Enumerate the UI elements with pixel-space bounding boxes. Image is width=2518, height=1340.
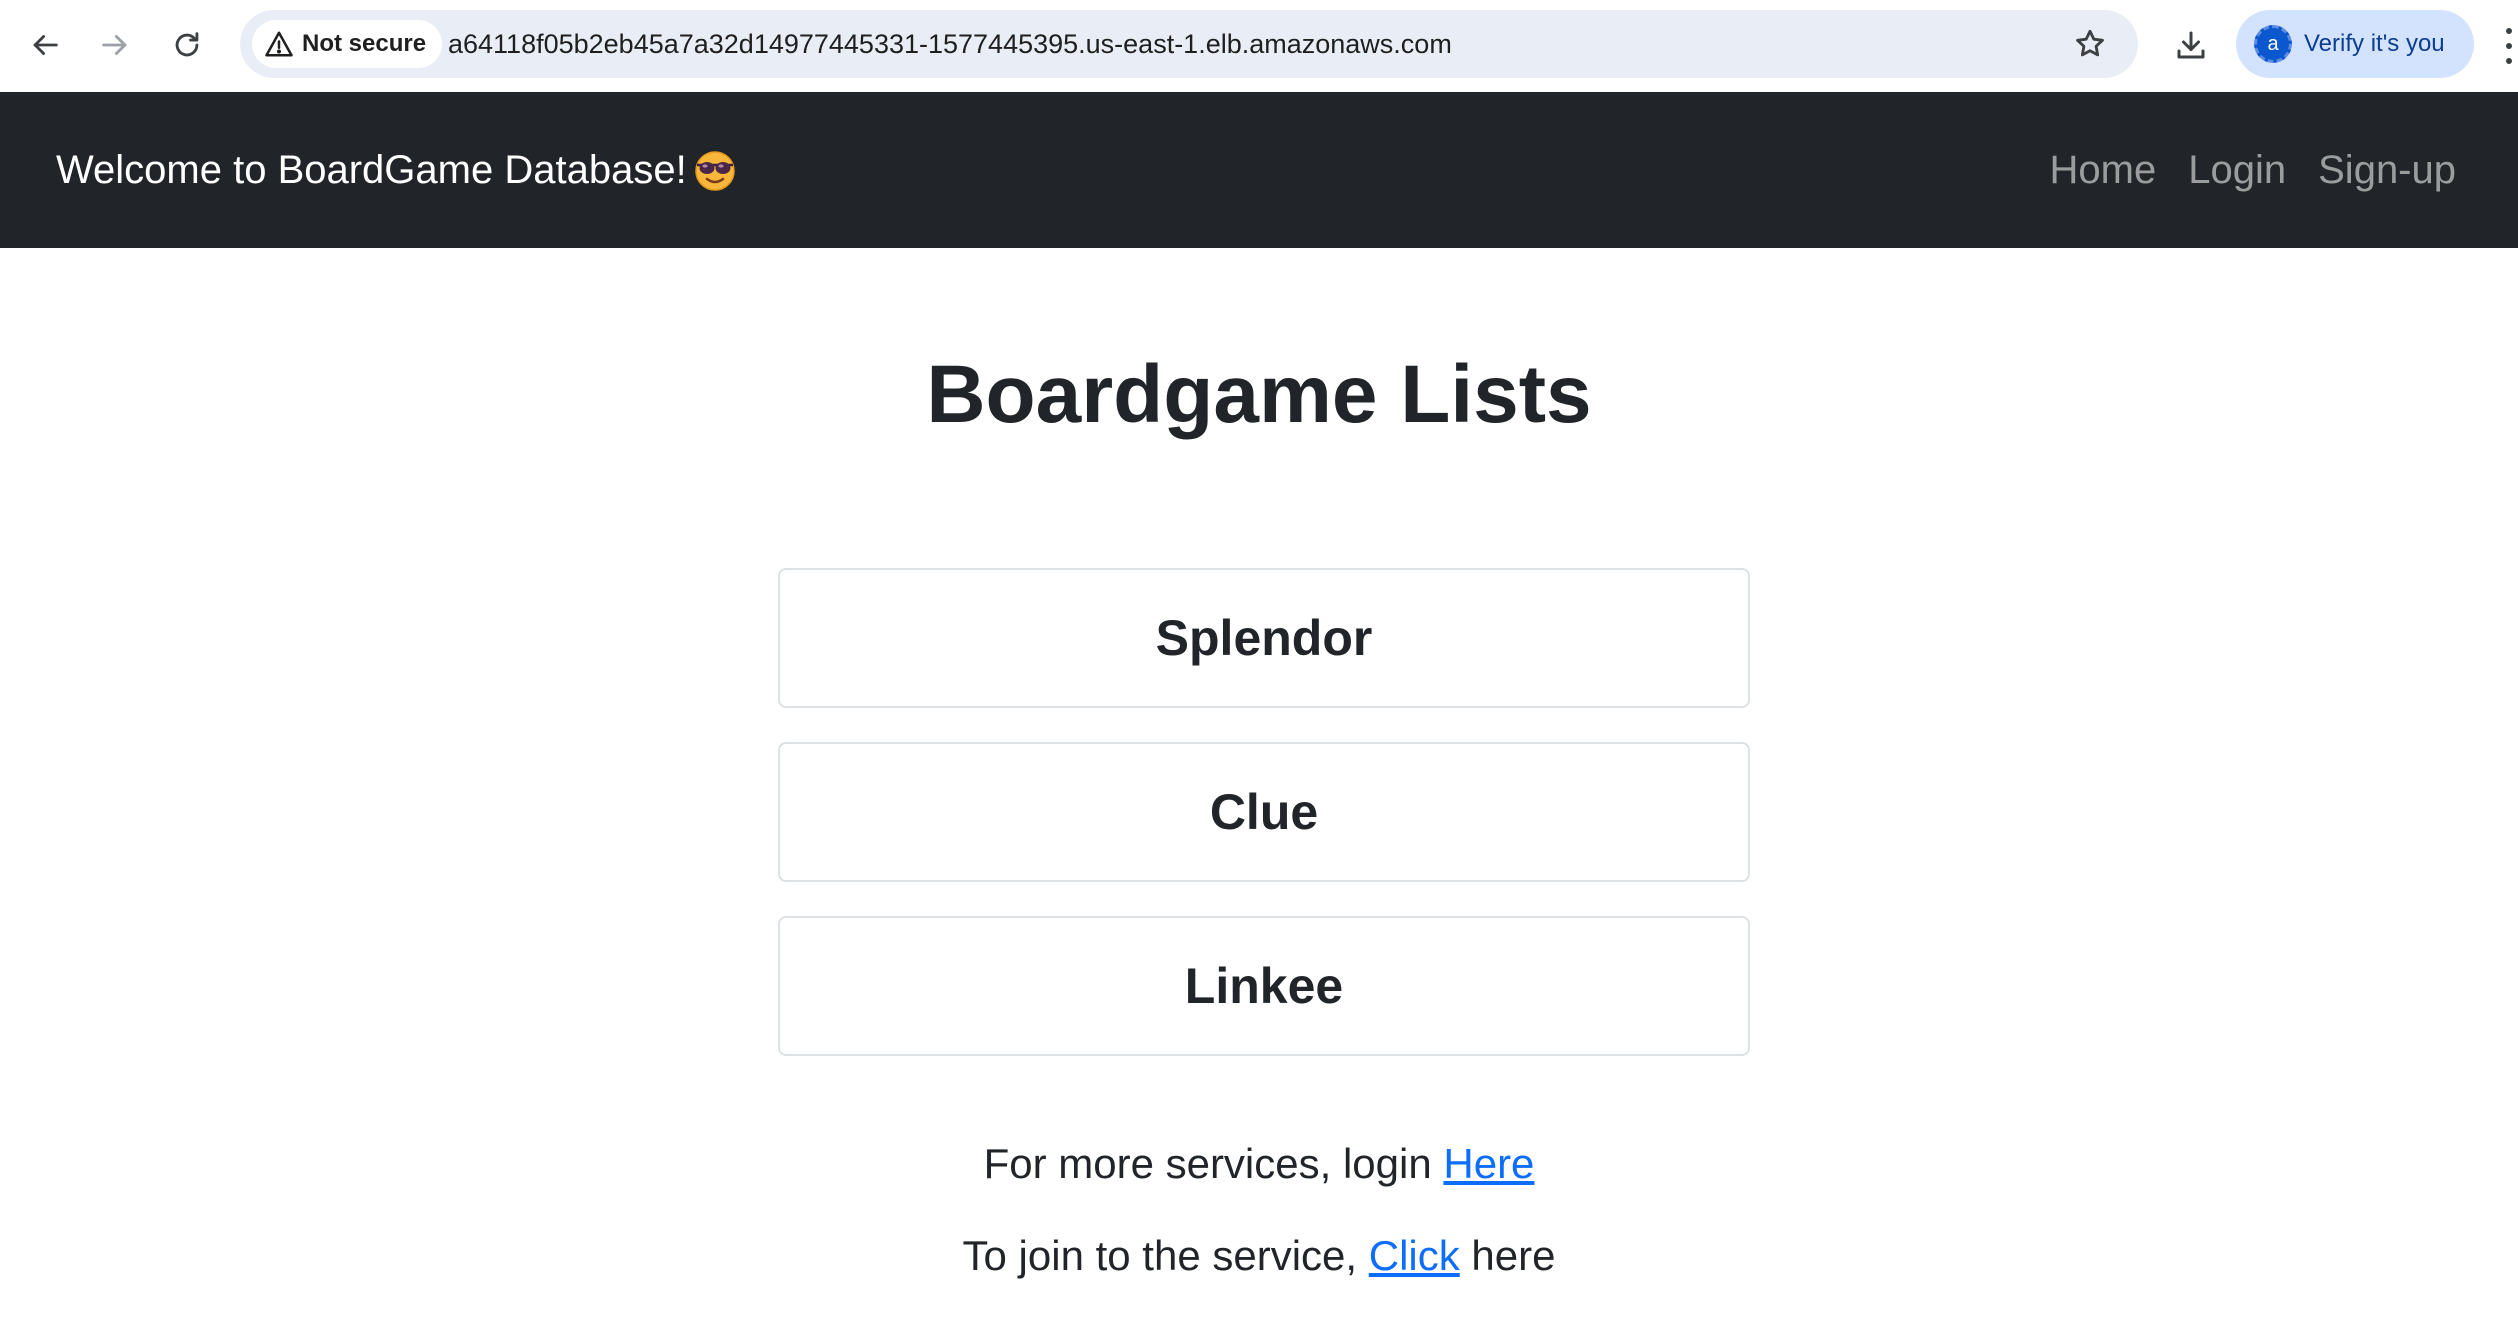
kebab-dot-icon [2506,28,2512,35]
kebab-dot-icon [2506,42,2512,49]
security-label: Not secure [302,30,427,57]
game-list: Splendor Clue Linkee [778,568,1750,1090]
verify-identity-chip[interactable]: a Verify it's you [2236,10,2474,78]
warning-triangle-icon [265,31,293,57]
join-click-link[interactable]: Click [1369,1232,1460,1279]
navbar-brand[interactable]: Welcome to BoardGame Database! [56,92,737,248]
download-icon [2177,31,2205,59]
nav-link-signup[interactable]: Sign-up [2318,148,2456,193]
browser-menu-button[interactable] [2500,24,2518,68]
join-prompt: To join to the service, Click here [0,1232,2518,1280]
login-prompt: For more services, login Here [0,1140,2518,1188]
brand-text: Welcome to BoardGame Database! [56,148,687,192]
forward-button[interactable] [90,20,140,70]
avatar: a [2254,25,2292,63]
nav-link-home[interactable]: Home [2050,148,2157,193]
sunglasses-emoji-icon [694,151,735,191]
browser-toolbar: Not secure a64118f05b2eb45a7a32d14977445… [0,0,2518,92]
security-indicator[interactable]: Not secure [252,20,443,68]
login-prompt-text: For more services, login [983,1140,1444,1187]
reload-icon [175,32,199,57]
navbar-links: Home Login Sign-up [2050,92,2456,248]
page-title: Boardgame Lists [926,349,1592,440]
game-item-splendor[interactable]: Splendor [778,568,1750,708]
join-prompt-text: To join to the service, [962,1232,1369,1279]
back-button[interactable] [20,20,70,70]
nav-link-login[interactable]: Login [2188,148,2286,193]
star-icon [2076,29,2104,57]
address-bar[interactable]: Not secure a64118f05b2eb45a7a32d14977445… [240,10,2138,78]
join-prompt-suffix: here [1459,1232,1556,1279]
reload-button[interactable] [162,20,212,70]
downloads-button[interactable] [2166,20,2216,70]
login-here-link[interactable]: Here [1443,1140,1534,1187]
site-navbar: Welcome to BoardGame Database! Home Logi… [0,92,2518,248]
kebab-dot-icon [2506,57,2512,64]
arrow-right-icon [102,35,127,55]
verify-label: Verify it's you [2304,30,2445,57]
url-text[interactable]: a64118f05b2eb45a7a32d14977445331-1577445… [448,10,1452,78]
game-item-clue[interactable]: Clue [778,742,1750,882]
game-item-linkee[interactable]: Linkee [778,916,1750,1056]
bookmark-button[interactable] [2070,24,2110,64]
arrow-left-icon [33,35,58,55]
